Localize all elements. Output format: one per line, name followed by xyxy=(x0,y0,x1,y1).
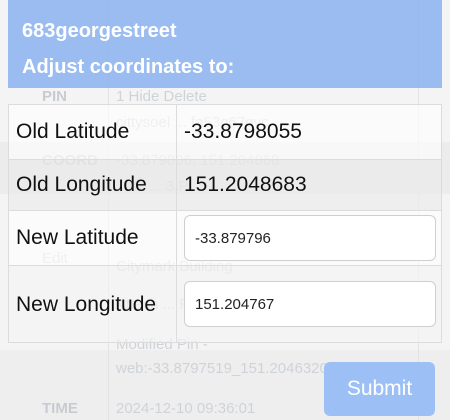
new-longitude-row: New Longitude xyxy=(8,265,442,343)
dialog-subtitle: Adjust coordinates to: xyxy=(22,56,235,78)
old-longitude-label: Old Longitude xyxy=(8,159,177,211)
new-latitude-label: New Latitude xyxy=(8,210,177,266)
new-longitude-input[interactable] xyxy=(184,281,436,327)
new-latitude-input[interactable] xyxy=(184,215,436,261)
old-longitude-row: Old Longitude 151.2048683 xyxy=(8,159,442,211)
new-longitude-label: New Longitude xyxy=(8,265,177,343)
submit-button[interactable]: Submit xyxy=(324,362,435,416)
old-latitude-value: -33.8798055 xyxy=(176,104,442,160)
new-latitude-cell xyxy=(176,210,442,266)
new-latitude-row: New Latitude xyxy=(8,210,442,266)
old-latitude-row: Old Latitude -33.8798055 xyxy=(8,104,442,160)
old-longitude-value: 151.2048683 xyxy=(176,159,442,211)
dialog-header: 683georgestreet Adjust coordinates to: xyxy=(8,0,442,88)
location-name: 683georgestreet xyxy=(22,20,177,42)
old-latitude-label: Old Latitude xyxy=(8,104,177,160)
coordinates-table: Old Latitude -33.8798055 Old Longitude 1… xyxy=(8,104,442,343)
adjust-coordinates-dialog: 683georgestreet Adjust coordinates to: O… xyxy=(0,0,450,420)
new-longitude-cell xyxy=(176,265,442,343)
